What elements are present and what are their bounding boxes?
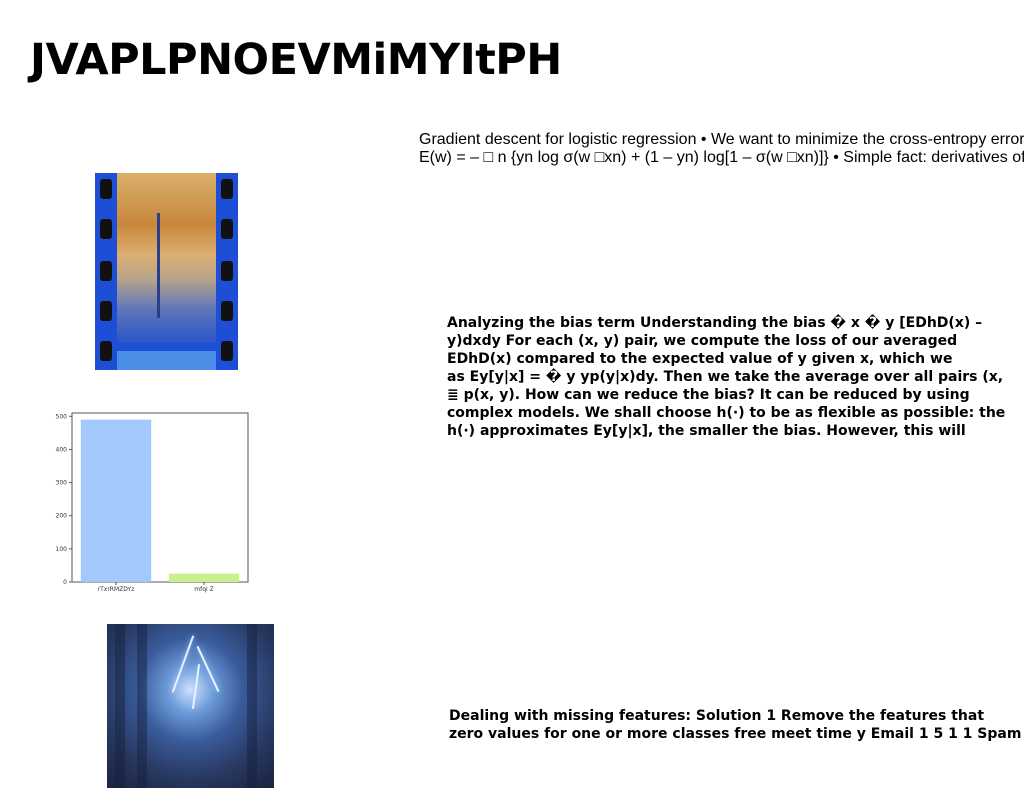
lightning-bolt [171,635,195,693]
text-line: Analyzing the bias term Understanding th… [447,315,983,331]
film-frame [117,173,216,343]
bar [168,573,240,582]
sprocket-hole [221,179,233,199]
text-block-missing-features: Dealing with missing features: Solution … [449,707,1024,747]
text-line: zero values for one or more classes free… [449,726,1022,742]
text-line: y)dxdy For each (x, y) pair, we compute … [447,333,958,349]
bar-chart: 0 100 200 300 400 500 rTxrRMZDYz mfqi Z [52,406,252,596]
curtain-fold [137,624,147,788]
page-title: JVAPLPNOEVMiMYItPH [30,35,562,85]
film-frame-next [117,351,216,370]
sprocket-hole [221,341,233,361]
sprocket-hole [100,261,112,281]
film-mast-shape [157,213,160,318]
sprocket-hole [221,219,233,239]
x-tick-label: rTxrRMZDYz [98,586,135,593]
text-block-gradient-descent: Gradient descent for logistic regression… [419,131,1024,171]
sprocket-hole [100,301,112,321]
y-tick-label: 200 [56,513,68,520]
text-line: h(·) approximates Ey[y|x], the smaller t… [447,423,966,439]
text-line: Dealing with missing features: Solution … [449,708,985,724]
text-line: as Ey[y|x] = � y yp(y|x)dy. Then we take… [447,369,1004,385]
text-line: complex models. We shall choose h(·) to … [447,405,1006,421]
y-tick-label: 400 [56,446,68,453]
film-strip-image [95,173,238,370]
y-tick-label: 0 [63,579,67,586]
text-line: ≣ p(x, y). How can we reduce the bias? I… [447,387,970,403]
text-block-bias: Analyzing the bias term Understanding th… [447,314,1019,444]
curtain-fold [115,624,125,788]
sprocket-hole [100,341,112,361]
text-line: Gradient descent for logistic regression… [419,131,1024,148]
curtain-fold [247,624,257,788]
sprocket-hole [100,219,112,239]
y-tick-label: 100 [56,546,68,553]
lightning-bolt [191,664,201,709]
sprocket-hole [100,179,112,199]
lightning-bolt [196,645,220,693]
text-line: E(w) = – □ n {yn log σ(w □xn) + (1 – yn)… [419,149,1024,166]
text-line: EDhD(x) compared to the expected value o… [447,351,953,367]
y-tick-label: 500 [56,413,68,420]
bar-chart-svg: 0 100 200 300 400 500 rTxrRMZDYz mfqi Z [56,412,249,593]
bar [80,419,152,582]
lightning-photo [107,624,274,788]
x-tick-label: mfqi Z [194,586,213,593]
y-tick-label: 300 [56,480,68,487]
sprocket-hole [221,301,233,321]
sprocket-hole [221,261,233,281]
